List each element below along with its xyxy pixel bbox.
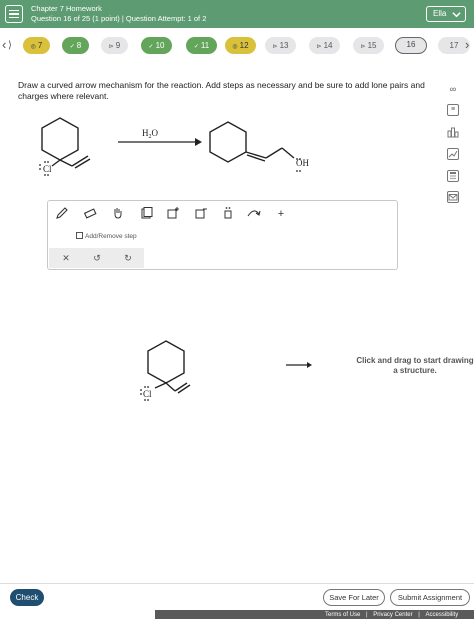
- drawing-canvas[interactable]: Cl: [47, 283, 427, 511]
- plus-icon[interactable]: +: [273, 206, 289, 222]
- check-icon: ✓: [193, 44, 199, 50]
- user-menu-button[interactable]: Ella: [426, 6, 466, 22]
- reactant-structure: [41, 117, 91, 169]
- question-pill-13[interactable]: ⊳ 13: [265, 37, 296, 54]
- question-pill-label: 17: [449, 41, 459, 50]
- history-controls: ✕ ↺ ↻: [49, 248, 144, 268]
- privacy-link[interactable]: Privacy Center: [373, 612, 412, 618]
- reactant-chlorine-label: Cl: [43, 164, 52, 174]
- nav-prev-icon[interactable]: ‹: [2, 38, 6, 52]
- hand-drag-icon[interactable]: [110, 206, 126, 222]
- infinity-icon[interactable]: ∞: [447, 84, 459, 96]
- product-oh-label: OH: [296, 158, 309, 168]
- user-name: Ella: [433, 9, 447, 18]
- question-pill-label: 8: [76, 41, 82, 50]
- unanswered-icon: ⊳: [272, 44, 278, 50]
- accessibility-link[interactable]: Accessibility: [426, 612, 459, 618]
- redo-icon[interactable]: ↻: [121, 251, 135, 265]
- nav-next-icon[interactable]: ›: [465, 38, 469, 52]
- question-pill-14[interactable]: ⊳ 14: [309, 37, 340, 54]
- top-header: Chapter 7 Homework Question 16 of 25 (1 …: [0, 0, 474, 28]
- footer: Check Save For Later Submit Assignment T…: [0, 583, 474, 619]
- reaction-scheme: Cl H2O OH: [39, 117, 309, 176]
- check-icon: ✓: [69, 44, 75, 50]
- mail-icon[interactable]: [447, 191, 459, 203]
- check-icon: ✓: [148, 44, 154, 50]
- add-remove-step-button[interactable]: Add/Remove step: [76, 232, 137, 240]
- pencil-icon[interactable]: [54, 206, 70, 222]
- notes-icon[interactable]: ≡: [447, 104, 459, 116]
- question-pill-16[interactable]: 16: [395, 37, 427, 54]
- edit-icon: [76, 232, 83, 239]
- menu-icon[interactable]: [5, 5, 23, 23]
- save-for-later-button[interactable]: Save For Later: [323, 589, 385, 606]
- lone-pair-icon[interactable]: [220, 206, 236, 222]
- canvas-structure: Cl: [140, 340, 312, 401]
- undo-icon[interactable]: ↺: [90, 251, 104, 265]
- question-pill-9[interactable]: ⊳ 9: [101, 37, 128, 54]
- question-info: Question 16 of 25 (1 point) | Question A…: [31, 14, 207, 23]
- nav-prev-bar-icon[interactable]: ⟩: [8, 39, 12, 53]
- reagent-label: H2O: [142, 128, 159, 140]
- question-pill-11[interactable]: ✓ 11: [186, 37, 217, 54]
- question-pill-7[interactable]: ◎ 7: [23, 37, 50, 54]
- question-pill-label: 14: [323, 41, 333, 50]
- question-pill-label: 9: [115, 41, 121, 50]
- add-remove-step-label: Add/Remove step: [85, 233, 137, 240]
- eraser-icon[interactable]: [82, 206, 98, 222]
- question-pill-8[interactable]: ✓ 8: [62, 37, 89, 54]
- partial-credit-icon: ◎: [232, 44, 238, 50]
- add-positive-charge-icon[interactable]: [165, 206, 181, 222]
- canvas-chlorine-label: Cl: [143, 389, 152, 399]
- chapter-title: Chapter 7 Homework: [31, 4, 102, 13]
- question-navigation: ‹ ⟩ ◎ 7 ✓ 8 ⊳ 9 ✓ 10 ✓ 11 ◎ 12 ⊳ 13 ⊳ 14 ⊳ 15 16 17 ›: [0, 36, 474, 56]
- product-structure: [209, 121, 295, 163]
- question-pill-15[interactable]: ⊳ 15: [353, 37, 384, 54]
- calculator-icon[interactable]: [447, 170, 459, 182]
- terms-link[interactable]: Terms of Use: [325, 612, 360, 618]
- add-negative-charge-icon[interactable]: [193, 206, 209, 222]
- question-pill-10[interactable]: ✓ 10: [141, 37, 172, 54]
- unanswered-icon: ⊳: [316, 44, 322, 50]
- chevron-down-icon: [452, 12, 461, 18]
- question-pill-label: 10: [155, 41, 165, 50]
- legal-bar: Terms of Use | Privacy Center | Accessib…: [155, 610, 474, 619]
- curved-arrow-icon[interactable]: [246, 206, 262, 222]
- canvas-hint: Click and drag to start drawing a struct…: [356, 356, 474, 375]
- copy-icon[interactable]: [138, 206, 154, 222]
- question-pill-label: 11: [200, 41, 210, 50]
- partial-credit-icon: ◎: [30, 44, 36, 50]
- question-pill-label: 16: [406, 40, 416, 49]
- question-pill-label: 7: [37, 41, 43, 50]
- question-prompt: Draw a curved arrow mechanism for the re…: [18, 80, 425, 101]
- question-pill-label: 13: [279, 41, 289, 50]
- unanswered-icon: ⊳: [360, 44, 366, 50]
- clear-icon[interactable]: ✕: [59, 251, 73, 265]
- unanswered-icon: ⊳: [108, 44, 114, 50]
- chart-icon[interactable]: [447, 148, 459, 160]
- periodic-table-icon[interactable]: [447, 126, 459, 138]
- question-pill-12[interactable]: ◎ 12: [225, 37, 256, 54]
- question-pill-label: 12: [239, 41, 249, 50]
- mechanism-editor-toolbar: + Add/Remove step ✕ ↺ ↻: [47, 200, 398, 270]
- question-pill-label: 15: [367, 41, 377, 50]
- check-button[interactable]: Check: [10, 589, 44, 606]
- submit-assignment-button[interactable]: Submit Assignment: [390, 589, 470, 606]
